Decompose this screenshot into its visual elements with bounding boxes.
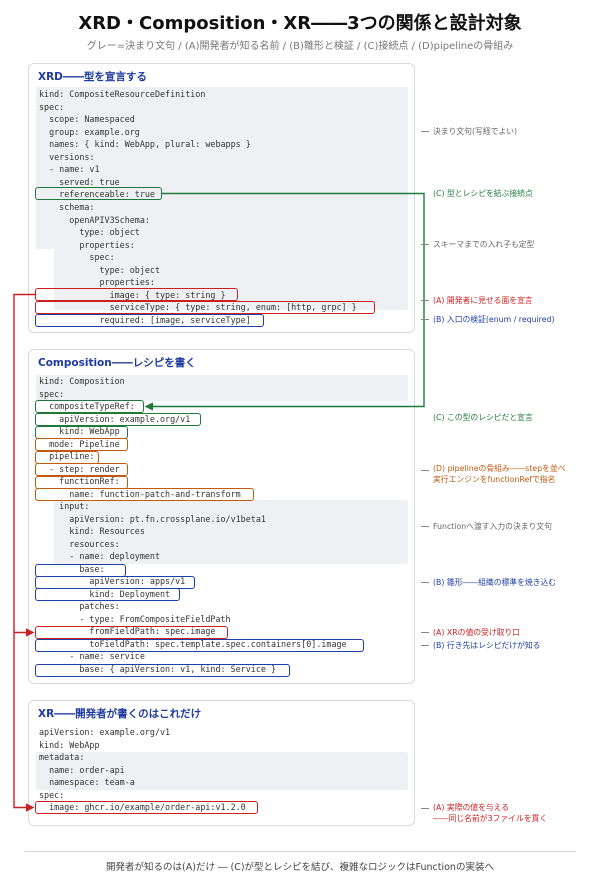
xrd-code-line: scope: Namespaced: [39, 114, 135, 125]
xr-code-line: apiVersion: example.org/v1: [39, 727, 171, 737]
xrd-code-line: properties:: [39, 239, 135, 250]
annotation-receive-xr: (A) XRの値の受け取り口: [433, 628, 521, 637]
service-base-highlight: [35, 664, 290, 677]
xrd-code-line: properties:: [39, 277, 155, 288]
xrd-panel-title: XRD――型を宣言する: [38, 71, 147, 83]
annotation-tick: [421, 319, 429, 320]
annotation-type-recipe-connect: (C) 型とレシピを結ぶ接続点: [433, 189, 533, 198]
servicetype-field-highlight: [35, 301, 375, 314]
footer-divider: [24, 851, 576, 852]
api-version-highlight: [35, 413, 201, 426]
annotation-validation: (B) 入口の検証(enum / required): [433, 315, 555, 324]
annotation-actual-value: (A) 実際の値を与える ――同じ名前が3ファイルを貫く: [433, 803, 548, 823]
xrd-code-line: openAPIV3Schema:: [39, 214, 150, 225]
annotation-tick: [421, 808, 429, 809]
annotation-template-bake: (B) 雛形――組織の標準を焼き込む: [433, 578, 557, 587]
composition-panel-title: Composition――レシピを書く: [38, 357, 196, 369]
composition-code-line: kind: Composition: [39, 376, 125, 386]
xrd-code-line: spec:: [39, 101, 65, 112]
xrd-code-line: type: object: [39, 227, 140, 238]
referenceable-highlight: [35, 187, 162, 200]
xrd-code-line: group: example.org: [39, 126, 140, 137]
step-highlight: [35, 463, 128, 476]
annotation-tick: [421, 582, 429, 583]
annotation-pipeline-skeleton: (D) pipelineの骨組み――stepを並べ 実行エンジンをfunctio…: [433, 464, 566, 484]
composition-code-line: kind: Resources: [39, 526, 145, 536]
annotation-tick: [421, 632, 429, 633]
page-subtitle: グレー=決まり文句 / (A)開発者が知る名前 / (B)雛形と検証 / (C)…: [86, 41, 514, 52]
deployment-kind-highlight: [35, 588, 180, 601]
composition-code-line: resources:: [39, 538, 120, 549]
xr-image-highlight: [35, 801, 258, 814]
annotation-function-input: Functionへ渡す入力の決まり文句: [433, 522, 552, 531]
annotation-schema-nesting: スキーマまでの入れ子も定型: [433, 240, 535, 249]
annotation-tick: [421, 645, 429, 646]
xrd-code-line: versions:: [39, 151, 95, 162]
xr-panel-title: XR――開発者が書くのはこれだけ: [38, 708, 202, 720]
annotation-tick: [421, 131, 429, 132]
from-field-path-highlight: [35, 626, 228, 639]
xr-code-line: metadata:: [39, 752, 85, 762]
page-title: XRD・Composition・XR――3つの関係と設計対象: [78, 13, 522, 34]
footer-note: 開発者が知るのは(A)だけ ― (C)が型とレシピを結び、複雑なロジックはFun…: [106, 862, 494, 873]
annotation-recipe-for-type: (C) この型のレシピだと宣言: [433, 413, 533, 422]
annotation-tick: [421, 470, 429, 471]
annotation-dev-facing: (A) 開発者に見せる面を宣言: [433, 296, 533, 305]
annotation-boilerplate: 決まり文句(写経でよい): [433, 127, 518, 136]
composition-code-line: - type: FromCompositeFieldPath: [39, 613, 231, 624]
composition-code-line: apiVersion: pt.fn.crossplane.io/v1beta1: [39, 513, 266, 524]
composition-code-line: spec:: [39, 388, 65, 399]
to-field-path-highlight: [35, 639, 364, 652]
xrd-code-line: schema:: [39, 201, 95, 212]
annotation-tick: [421, 526, 429, 527]
required-highlight: [35, 314, 264, 327]
annotation-tick: [421, 300, 429, 301]
xr-code-line: namespace: team-a: [39, 777, 135, 787]
xrd-code-line: - name: v1: [39, 164, 100, 175]
xrd-code-line: type: object: [39, 264, 161, 275]
composition-code-line: - name: deployment: [39, 551, 161, 561]
function-name-highlight: [35, 488, 254, 501]
composition-code-line: patches:: [39, 601, 120, 611]
xrd-code-line: kind: CompositeResourceDefinition: [39, 89, 206, 99]
image-field-highlight: [35, 288, 238, 301]
composite-type-ref-highlight: [35, 400, 144, 413]
xr-code-line: spec:: [39, 789, 65, 800]
mode-highlight: [35, 438, 128, 451]
xrd-code-line: spec:: [39, 252, 115, 263]
xr-code-line: name: order-api: [39, 764, 125, 775]
xrd-code-line: names: { kind: WebApp, plural: webapps }: [39, 139, 251, 150]
annotation-destination: (B) 行き先はレシピだけが知る: [433, 641, 541, 650]
composition-code-line: input:: [39, 501, 90, 511]
xr-code-line: kind: WebApp: [39, 739, 100, 750]
annotation-tick: [421, 244, 429, 245]
